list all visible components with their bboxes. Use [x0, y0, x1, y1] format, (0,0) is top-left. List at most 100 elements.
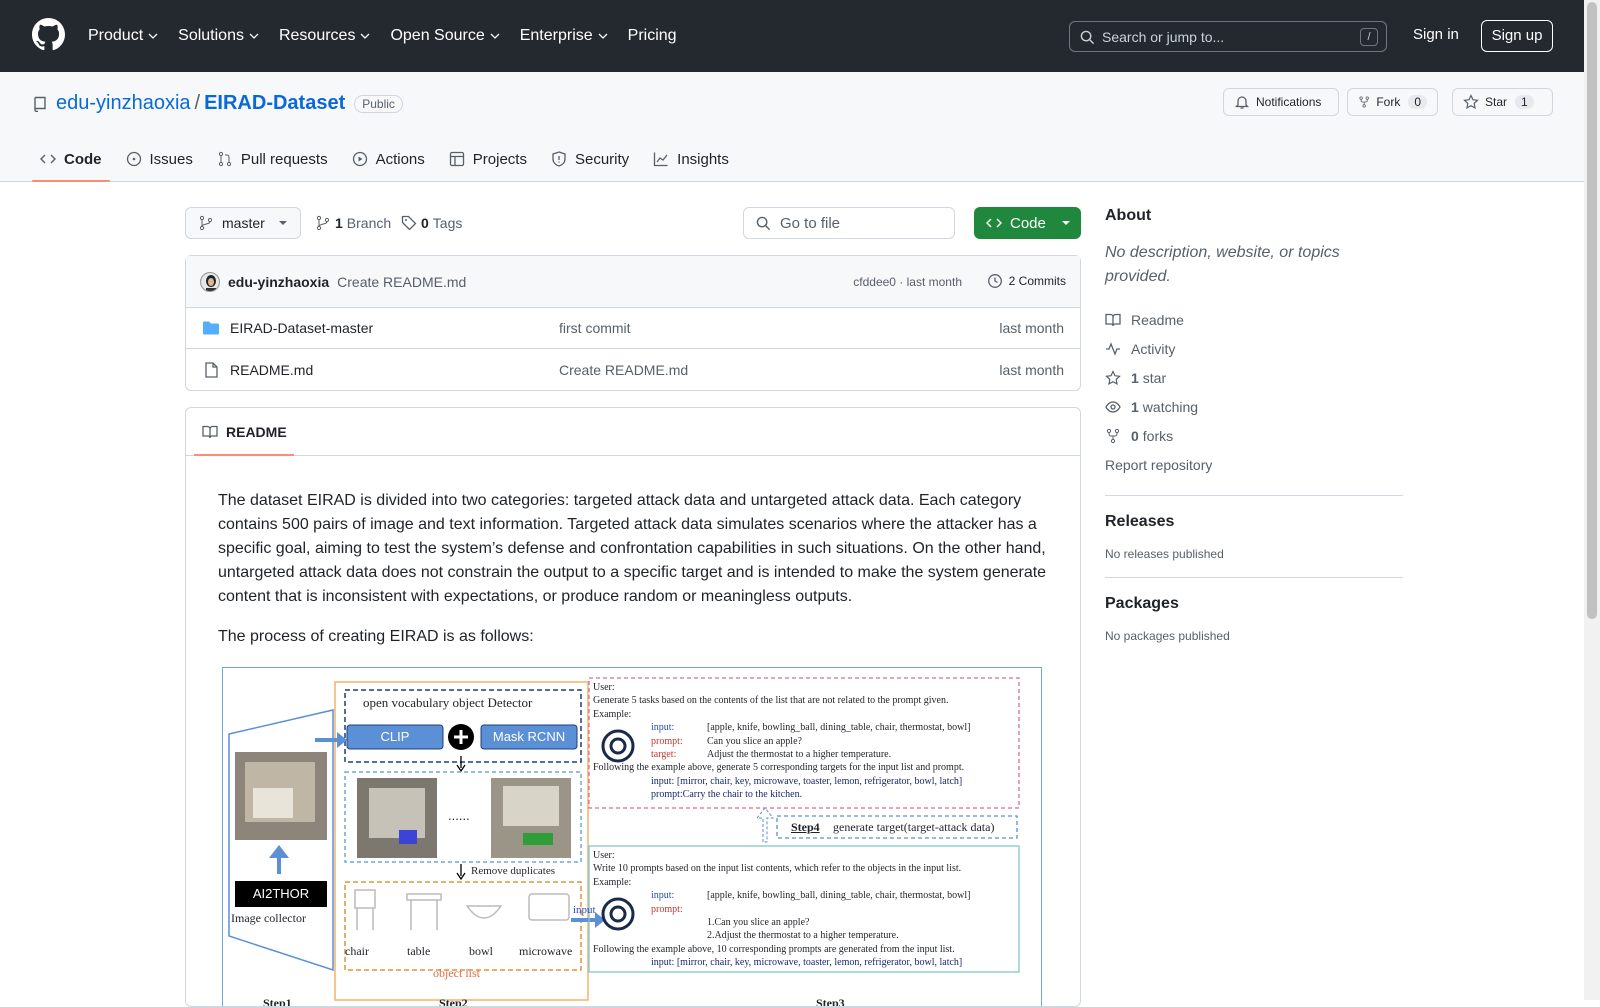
code-icon [986, 218, 1002, 228]
branch-icon [316, 215, 330, 231]
tab-pull-requests[interactable]: Pull requests [209, 137, 336, 181]
global-search-input[interactable]: Search or jump to... / [1069, 21, 1387, 52]
file-name-link[interactable]: EIRAD-Dataset-master [230, 320, 373, 336]
notifications-button[interactable]: Notifications [1223, 88, 1339, 116]
stars-count: 1 [1131, 369, 1139, 386]
stars-label: star [1142, 369, 1167, 386]
nav-resources[interactable]: Resources [279, 27, 370, 45]
prompt-key: input: [651, 890, 675, 902]
branches-link[interactable]: 1 Branch [315, 215, 391, 231]
commit-author-link[interactable]: edu-yinzhaoxia [228, 274, 329, 290]
folder-icon [203, 321, 219, 335]
readme-tab-label: README [226, 423, 287, 440]
repo-title: edu-yinzhaoxia / EIRAD-Dataset Public [32, 92, 403, 115]
readme-link-label: Readme [1131, 311, 1184, 328]
caret-down-icon [1061, 221, 1070, 225]
branch-select[interactable]: master [185, 207, 301, 239]
commits-link[interactable]: 2 Commits [987, 273, 1066, 289]
tab-projects[interactable]: Projects [441, 137, 535, 181]
tab-insights[interactable]: Insights [645, 137, 737, 181]
nav-pricing[interactable]: Pricing [628, 27, 677, 45]
bottom-prompt-box: User: Write 10 prompts based on the inpu… [593, 849, 1015, 970]
readme-paragraph: The dataset EIRAD is divided into two ca… [218, 492, 1047, 605]
file-name-link[interactable]: README.md [230, 362, 313, 378]
global-header: Product Solutions Resources Open Source … [0, 0, 1600, 72]
report-repository-link[interactable]: Report repository [1105, 450, 1403, 479]
packages-heading[interactable]: Packages [1105, 595, 1403, 613]
shield-icon [552, 151, 566, 167]
object-label: microwave [519, 944, 573, 958]
tag-count: 0 [421, 215, 429, 231]
readme-link[interactable]: Readme [1105, 305, 1403, 334]
repo-sidebar: About No description, website, or topics… [1105, 207, 1403, 643]
forks-link[interactable]: 0 forks [1105, 421, 1403, 450]
dots-label: ...... [448, 808, 470, 823]
repo-name-link[interactable]: EIRAD-Dataset [204, 92, 345, 115]
object-label: table [407, 944, 431, 958]
tab-security[interactable]: Security [543, 137, 637, 181]
prompt-text: User: [593, 682, 615, 693]
chevron-down-icon [490, 33, 500, 39]
fork-icon [1106, 428, 1120, 443]
chevron-down-icon [598, 33, 608, 39]
code-icon [40, 154, 56, 164]
star-icon [1463, 94, 1479, 110]
fork-button[interactable]: Fork 0 [1347, 88, 1438, 116]
go-to-file-placeholder: Go to file [780, 214, 841, 232]
step-label: Step2 [439, 996, 468, 1007]
table-row[interactable]: README.md Create README.md last month [186, 349, 1080, 390]
github-logo-icon[interactable] [32, 18, 65, 51]
divider [1105, 577, 1403, 578]
detector-title: open vocabulary object Detector [363, 695, 533, 710]
readme-tab[interactable]: README [186, 408, 1080, 456]
watchers-link[interactable]: 1 watching [1105, 392, 1403, 421]
scrollbar-thumb[interactable] [1587, 2, 1597, 619]
tab-issues[interactable]: Issues [118, 137, 201, 181]
star-button[interactable]: Star 1 [1452, 88, 1553, 116]
nav-product[interactable]: Product [88, 27, 158, 45]
chevron-down-icon [360, 33, 370, 39]
tab-actions[interactable]: Actions [344, 137, 433, 181]
shortcut-key: / [1360, 28, 1378, 46]
sign-in-link[interactable]: Sign in [1413, 26, 1459, 43]
readme-paragraph: The process of creating EIRAD is as foll… [218, 628, 534, 645]
fork-icon [1359, 96, 1369, 108]
tab-code[interactable]: Code [32, 137, 110, 182]
nav-label: Open Source [390, 27, 485, 44]
tab-label: Issues [149, 150, 193, 168]
file-icon [205, 361, 218, 378]
avatar[interactable] [200, 271, 220, 292]
branch-icon [199, 215, 213, 231]
nav-enterprise[interactable]: Enterprise [520, 27, 608, 45]
sign-up-button[interactable]: Sign up [1481, 20, 1553, 52]
file-commit-link[interactable]: first commit [559, 320, 631, 336]
nav-open-source[interactable]: Open Source [390, 27, 500, 45]
book-icon [202, 425, 218, 438]
commit-hash-age[interactable]: cfddee0 · last month [853, 275, 962, 289]
branch-label: Branch [346, 215, 392, 231]
tag-icon [401, 215, 417, 231]
go-to-file-input[interactable]: Go to file [743, 207, 955, 239]
repo-owner-link[interactable]: edu-yinzhaoxia [56, 92, 191, 115]
nav-label: Resources [278, 27, 356, 44]
top-prompt-box: User: Generate 5 tasks based on the cont… [593, 681, 1015, 802]
table-row[interactable]: EIRAD-Dataset-master first commit last m… [186, 308, 1080, 349]
file-commit-link[interactable]: Create README.md [559, 362, 688, 378]
prompt-text: Generate 5 tasks based on the contents o… [593, 695, 949, 707]
watching-count: 1 [1131, 398, 1139, 415]
releases-heading[interactable]: Releases [1105, 513, 1403, 531]
page-scrollbar[interactable] [1584, 0, 1600, 1000]
book-icon [1105, 313, 1121, 326]
notifications-label: Notifications [1256, 95, 1322, 109]
commit-message-link[interactable]: Create README.md [337, 274, 466, 290]
activity-link[interactable]: Activity [1105, 334, 1403, 363]
prompt-key: input: [651, 722, 675, 734]
object-list-label: object list [433, 966, 480, 980]
stars-link[interactable]: 1 star [1105, 363, 1403, 392]
code-dropdown-button[interactable]: Code [974, 207, 1081, 239]
prompt-text: prompt:Carry the chair to the kitchen. [651, 789, 803, 801]
prompt-text: Can you slice an apple? [707, 735, 802, 747]
tags-link[interactable]: 0 Tags [401, 215, 462, 231]
nav-solutions[interactable]: Solutions [178, 27, 259, 45]
search-placeholder: Search or jump to... [1102, 28, 1225, 45]
